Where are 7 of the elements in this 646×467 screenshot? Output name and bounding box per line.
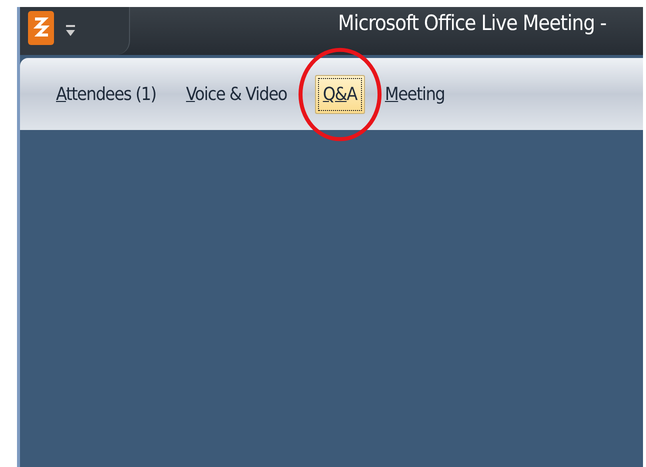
app-logo-icon[interactable] bbox=[28, 11, 54, 45]
menu-item[interactable]: Q&A bbox=[314, 74, 365, 114]
window-title: Microsoft Office Live Meeting - bbox=[338, 11, 606, 35]
dropdown-icon[interactable] bbox=[66, 25, 75, 37]
menu-item[interactable]: Meeting bbox=[376, 74, 453, 114]
menu-item[interactable]: Voice & Video bbox=[178, 74, 295, 114]
menu-item[interactable]: Attendees (1) bbox=[48, 74, 164, 114]
